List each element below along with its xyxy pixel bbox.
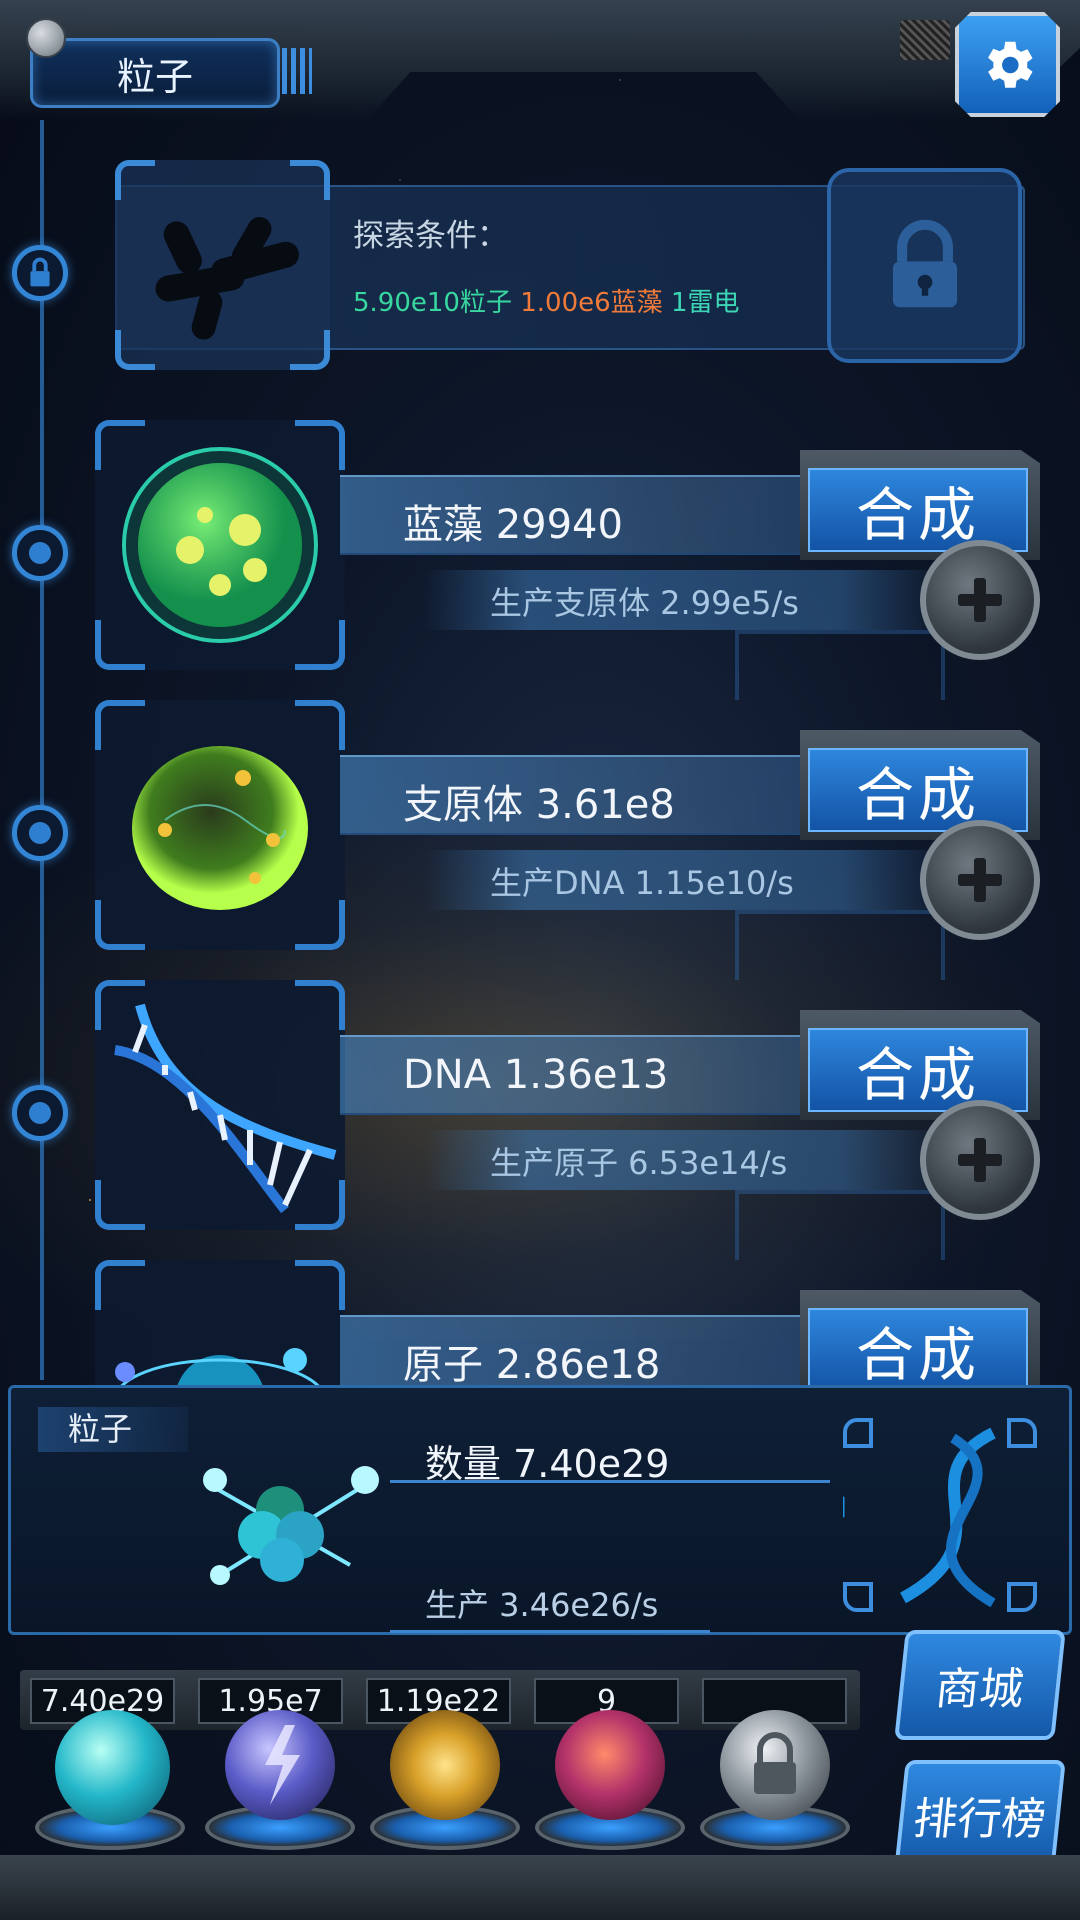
circuit-decoration [735,910,945,980]
item-name-count: 蓝藻 29940 [403,502,623,548]
bolt-decoration-icon [26,18,66,58]
item-name-count: 支原体 3.61e8 [403,782,675,828]
production-underline [390,1630,710,1633]
stripe-decoration [282,48,312,94]
particle-cluster-icon [203,1466,379,1585]
craft-button[interactable]: 合成 [800,1290,1040,1385]
dna-molecule-frame [840,1415,1040,1615]
craft-button[interactable]: 合成 [800,1010,1040,1120]
craft-button-label: 合成 [808,468,1028,552]
item-row-dna: DNA 1.36e13 生产原子 6.53e14/s 合成 [95,980,1055,1260]
settings-button[interactable] [955,12,1060,117]
lock-icon [892,219,957,307]
circuit-decoration [735,630,945,700]
particle-count: 数量 7.40e29 [425,1442,670,1486]
upgrade-plus-button[interactable] [920,540,1040,660]
item-row-atom: 原子 2.86e18 合成 [95,1260,1055,1385]
locked-orb-button[interactable] [720,1710,830,1820]
bacteria-silhouette-icon [155,217,299,340]
particle-orb-button[interactable] [55,1710,170,1825]
gear-icon [987,41,1033,88]
atom-icon [115,1348,320,1385]
rail-node-icon [12,805,68,861]
requirement-lightning: 1雷电 [670,288,740,318]
dna-icon [114,1003,337,1214]
mycoplasma-icon [132,746,308,910]
upgrade-plus-button[interactable] [920,820,1040,940]
requirement-cyanobacteria: 1.00e6蓝藻 [520,288,663,318]
unknown-creature-frame [115,160,330,370]
nebula-orb-button[interactable] [390,1710,500,1820]
craft-button[interactable]: 合成 [800,730,1040,840]
craft-button-label: 合成 [808,1028,1028,1112]
craft-button-label: 合成 [808,748,1028,832]
cyanobacteria-icon [122,447,318,643]
item-production-rate: 生产DNA 1.15e10/s [490,864,794,902]
item-thumbnail [95,700,345,950]
item-production-rate: 生产原子 6.53e14/s [490,1144,788,1182]
shop-button[interactable]: 商城 [894,1630,1066,1740]
particle-production-rate: 生产 3.46e26/s [425,1586,659,1624]
craft-button-label: 合成 [808,1308,1028,1385]
ranking-button[interactable]: 排行榜 [894,1760,1066,1870]
lightning-icon [265,1725,300,1805]
circuit-decoration [735,1190,945,1260]
progress-rail [40,120,44,1380]
item-production-rate: 生产支原体 2.99e5/s [490,584,799,622]
item-thumbnail [95,1260,345,1385]
bottom-panel: 粒子 数量 7.40e29 生产 3.46e26/s 7.40e29 1.95e… [0,1385,1080,1920]
explore-condition-label: 探索条件： [353,218,508,254]
rail-lock-icon [12,245,68,301]
item-thumbnail [95,420,345,670]
item-name-count: 原子 2.86e18 [403,1342,661,1385]
craft-button[interactable]: 合成 [800,450,1040,560]
lightning-orb-button[interactable] [225,1710,335,1820]
page-title: 粒子 [30,38,280,108]
item-thumbnail [95,980,345,1230]
floor-frame [0,1855,1080,1920]
upgrade-plus-button[interactable] [920,1100,1040,1220]
requirement-particles: 5.90e10粒子 [353,288,512,318]
rail-node-icon [12,525,68,581]
top-bar: 粒子 [0,0,1080,130]
explore-requirements: 5.90e10粒子 1.00e6蓝藻 1雷电 [353,282,740,319]
summary-tab-label: 粒子 [38,1407,188,1452]
explore-card: 探索条件： 5.90e10粒子 1.00e6蓝藻 1雷电 [115,160,1025,370]
vent-grill [900,20,950,60]
item-name-count: DNA 1.36e13 [403,1052,669,1098]
brain-orb-button[interactable] [555,1710,665,1820]
lock-icon [754,1732,796,1794]
rail-node-icon [12,1085,68,1141]
dna-molecule-icon [843,1427,996,1608]
item-row-cyanobacteria: 蓝藻 29940 生产支原体 2.99e5/s 合成 [95,420,1055,700]
item-row-mycoplasma: 支原体 3.61e8 生产DNA 1.15e10/s 合成 [95,700,1055,980]
explore-lock-button[interactable] [827,168,1022,363]
